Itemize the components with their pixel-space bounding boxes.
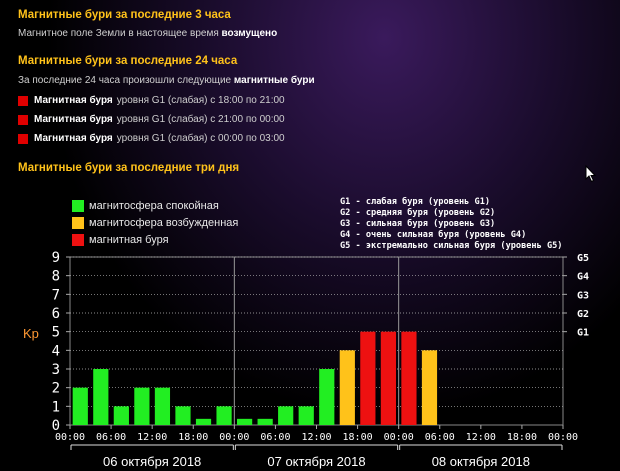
kp-chart: Kp 0123456789 G5G4G3G2G100:00 06:00 12:00 18… — [23, 250, 589, 469]
g-level-label: G4 — [577, 272, 589, 283]
y-tick-label: 8 — [52, 269, 60, 285]
kp-bar — [72, 387, 88, 425]
kp-bar — [278, 406, 294, 425]
kp-bar — [134, 387, 150, 425]
day-label: 06 октября 2018 — [103, 454, 201, 469]
kp-bar — [113, 406, 129, 425]
kp-bar — [298, 406, 314, 425]
kp-bar — [401, 331, 417, 425]
kp-bar — [421, 350, 438, 425]
x-tick-label: 12:00 — [137, 432, 167, 443]
y-tick-label: 6 — [52, 306, 60, 322]
x-tick-label: 18:00 — [343, 432, 373, 443]
x-tick-label: 18:00 — [178, 432, 208, 443]
y-tick-label: 3 — [52, 362, 60, 378]
kp-bar — [339, 350, 355, 425]
x-tick-label: 18:00 — [507, 432, 537, 443]
x-tick-label: 06:00 — [425, 432, 455, 443]
x-tick-label: 12:00 — [301, 432, 331, 443]
kp-bar — [175, 406, 191, 425]
kp-bar — [380, 331, 396, 425]
day-label: 07 октября 2018 — [267, 454, 365, 469]
x-tick-label: 00:00 — [548, 432, 578, 443]
day-label: 08 октября 2018 — [432, 454, 530, 469]
kp-bar — [154, 387, 171, 425]
g-level-label: G5 — [577, 253, 589, 264]
y-tick-label: 9 — [52, 250, 60, 266]
x-tick-label: 12:00 — [466, 432, 496, 443]
kp-bar — [93, 369, 109, 425]
kp-axis-label: Kp — [23, 326, 39, 341]
kp-bar — [319, 369, 335, 425]
y-tick-label: 4 — [52, 343, 60, 359]
g-level-label: G2 — [577, 309, 589, 320]
g-level-label: G3 — [577, 290, 589, 301]
x-tick-label: 00:00 — [55, 432, 85, 443]
x-tick-label: 06:00 — [96, 432, 126, 443]
kp-bar — [257, 418, 273, 425]
x-tick-label: 00:00 — [384, 432, 414, 443]
g-level-label: G1 — [577, 328, 589, 339]
kp-bar — [360, 331, 376, 425]
kp-bar — [195, 418, 212, 425]
kp-bar — [216, 406, 232, 425]
y-tick-label: 5 — [52, 325, 60, 341]
x-tick-label: 06:00 — [260, 432, 290, 443]
y-tick-label: 7 — [52, 287, 60, 303]
kp-bar — [237, 418, 253, 425]
x-tick-label: 00:00 — [219, 432, 249, 443]
y-tick-label: 2 — [52, 381, 60, 397]
y-tick-label: 1 — [52, 399, 60, 415]
